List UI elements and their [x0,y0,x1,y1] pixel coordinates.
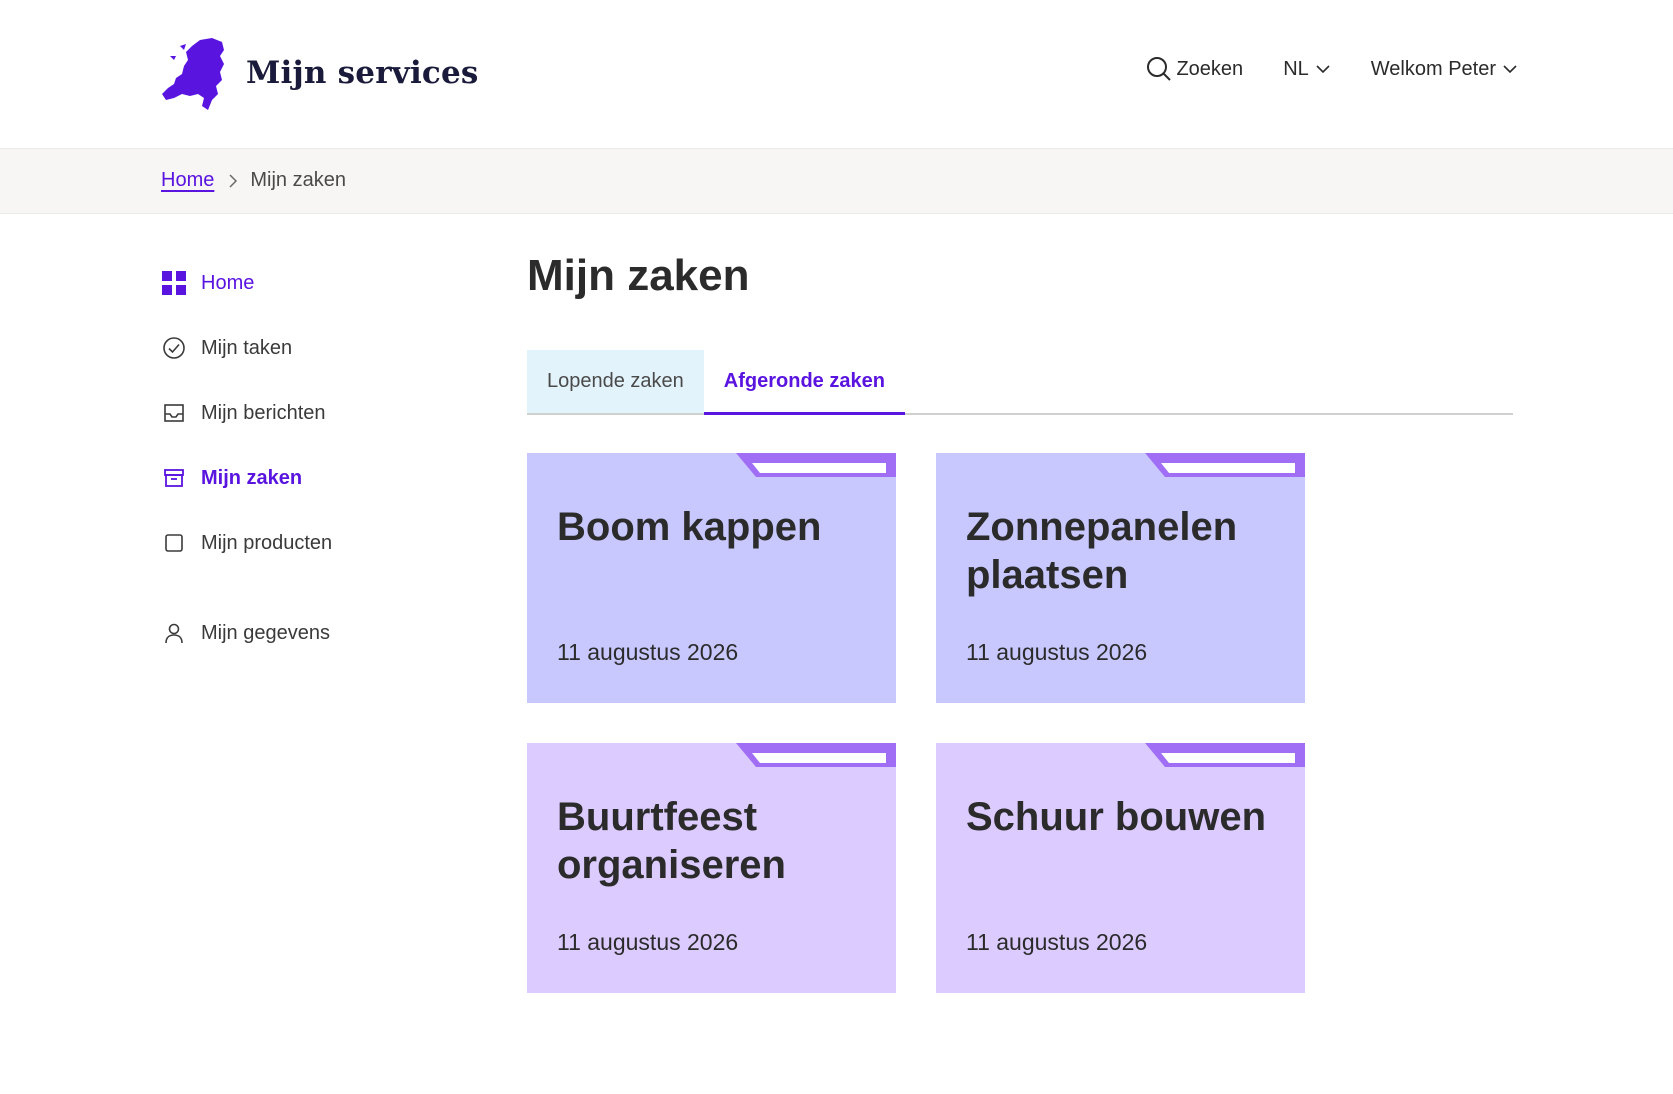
sidebar-item-mijn-zaken[interactable]: Mijn zaken [161,463,481,493]
search-icon [1147,57,1172,81]
sidebar-item-label: Mijn zaken [201,466,303,489]
case-card-date: 11 augustus 2026 [966,929,1148,955]
folder-tab-icon [736,453,896,477]
user-menu[interactable]: Welkom Peter [1371,58,1518,81]
sidebar-item-label: Mijn gegevens [201,621,330,644]
case-card-title: Schuur bouwen [966,795,1266,839]
case-card-date: 11 augustus 2026 [557,639,739,665]
chevron-right-icon [228,173,238,189]
case-card-date: 11 augustus 2026 [557,929,739,955]
search-button[interactable]: Zoeken [1146,56,1243,82]
case-card-title: Buurtfeest organiseren [557,795,786,887]
logo-text: Mijn services [246,55,479,91]
square-icon [161,530,187,556]
check-circle-icon [161,335,187,361]
breadcrumb-current: Mijn zaken [250,169,346,191]
sidebar-item-mijn-berichten[interactable]: Mijn berichten [161,398,481,428]
case-card[interactable]: Schuur bouwen 11 augustus 2026 [936,743,1305,993]
main-content: Mijn zaken Lopende zaken Afgeronde zaken… [527,250,1513,993]
user-icon [161,620,187,646]
tab-bar: Lopende zaken Afgeronde zaken [527,350,1513,415]
sidebar-item-home[interactable]: Home [161,268,481,298]
chevron-down-icon [1503,65,1517,74]
archive-icon [161,465,187,491]
search-label: Zoeken [1176,57,1244,80]
header-nav: Zoeken NL Welkom Peter [1146,56,1518,82]
logo-link[interactable]: Mijn services [160,34,479,112]
breadcrumb-bar: Home Mijn zaken [0,148,1673,214]
sidebar-item-mijn-taken[interactable]: Mijn taken [161,333,481,363]
breadcrumb-home-link[interactable]: Home [161,169,214,192]
user-greeting: Welkom Peter [1370,57,1496,80]
site-header: Mijn services Zoeken NL Welkom Peter [0,0,1673,148]
case-card-title: Zonnepanelen plaatsen [966,505,1238,597]
case-card[interactable]: Buurtfeest organiseren 11 augustus 2026 [527,743,896,993]
case-card[interactable]: Zonnepanelen plaatsen 11 augustus 2026 [936,453,1305,703]
case-card[interactable]: Boom kappen 11 augustus 2026 [527,453,896,703]
folder-tab-icon [736,743,896,767]
case-card-date: 11 augustus 2026 [966,639,1148,665]
grid-icon [161,270,187,296]
inbox-icon [161,400,187,426]
sidebar-item-label: Mijn taken [201,336,293,359]
breadcrumb: Home Mijn zaken [161,169,346,192]
language-label: NL [1283,57,1309,80]
chevron-down-icon [1316,65,1330,74]
sidebar-item-mijn-gegevens[interactable]: Mijn gegevens [161,618,481,648]
tab-lopende-zaken[interactable]: Lopende zaken [527,350,704,413]
folder-tab-icon [1145,743,1305,767]
sidebar-item-label: Mijn producten [201,531,333,554]
language-selector[interactable]: NL [1283,58,1331,81]
sidebar-item-label: Home [201,271,255,294]
sidebar-item-mijn-producten[interactable]: Mijn producten [161,528,481,558]
sidebar-item-label: Mijn berichten [201,401,326,424]
case-card-grid: Boom kappen 11 augustus 2026 Zonnepanele… [527,453,1347,993]
sidebar: Home Mijn taken Mijn berichten Mijn zake… [161,268,481,683]
page-title: Mijn zaken [527,251,750,300]
netherlands-map-icon [162,38,224,110]
tab-afgeronde-zaken[interactable]: Afgeronde zaken [703,350,905,415]
folder-tab-icon [1145,453,1305,477]
case-card-title: Boom kappen [557,505,822,549]
